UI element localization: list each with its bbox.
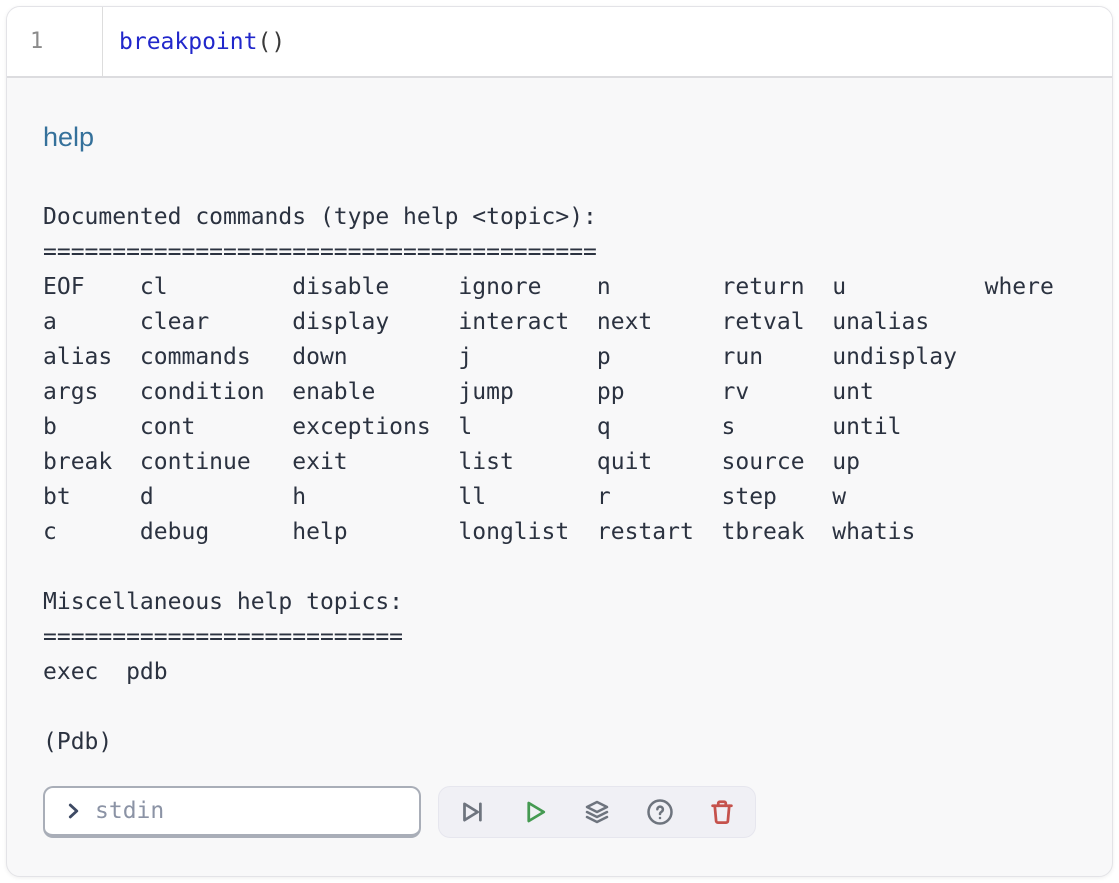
echoed-input-command: help [43, 120, 1076, 154]
chevron-right-icon [60, 798, 86, 824]
trash-icon [707, 797, 737, 827]
debug-toolbar [438, 786, 756, 838]
debug-controls-row [43, 786, 1076, 838]
pdb-help-output: Documented commands (type help <topic>):… [43, 200, 1076, 760]
help-circle-icon [645, 797, 675, 827]
clear-button[interactable] [703, 793, 741, 831]
layers-icon [582, 797, 612, 827]
step-next-button[interactable] [453, 793, 491, 831]
stdin-input-box[interactable] [43, 786, 421, 838]
line-number: 1 [30, 29, 43, 54]
console-output-area: help Documented commands (type help <top… [7, 78, 1112, 838]
debugger-widget: 1 breakpoint() help Documented commands … [6, 6, 1113, 877]
skip-forward-icon [457, 797, 487, 827]
stack-button[interactable] [578, 793, 616, 831]
code-function-token: breakpoint [119, 29, 257, 55]
line-number-gutter: 1 [7, 7, 103, 76]
code-line[interactable]: breakpoint() [103, 7, 285, 76]
code-editor[interactable]: 1 breakpoint() [7, 7, 1112, 78]
stdin-input[interactable] [95, 798, 407, 824]
help-button[interactable] [641, 793, 679, 831]
code-paren-token: () [257, 29, 285, 55]
play-icon [520, 797, 550, 827]
run-button[interactable] [516, 793, 554, 831]
